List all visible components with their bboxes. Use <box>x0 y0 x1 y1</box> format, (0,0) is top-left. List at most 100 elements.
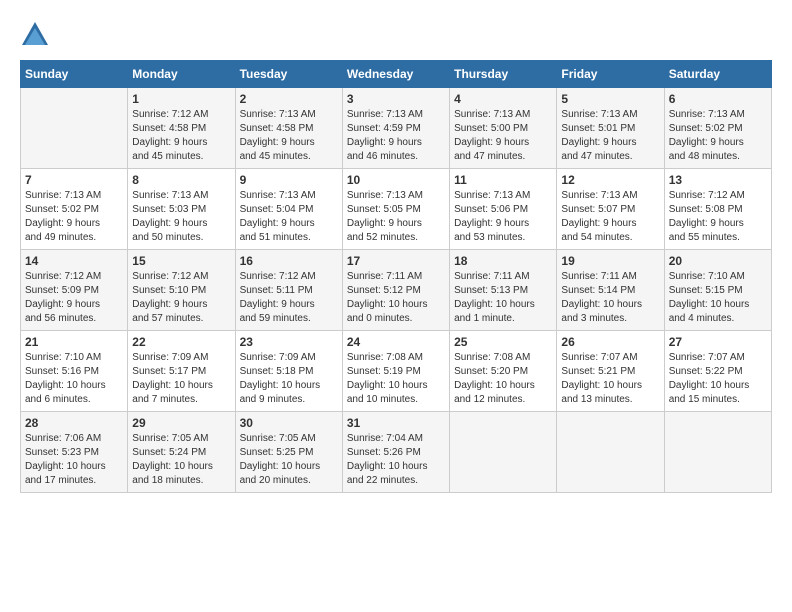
day-info: Sunrise: 7:11 AM Sunset: 5:14 PM Dayligh… <box>561 270 659 326</box>
day-info: Sunrise: 7:13 AM Sunset: 5:00 PM Dayligh… <box>454 108 552 164</box>
day-number: 16 <box>240 254 338 268</box>
day-info: Sunrise: 7:12 AM Sunset: 5:11 PM Dayligh… <box>240 270 338 326</box>
day-number: 30 <box>240 416 338 430</box>
day-number: 21 <box>25 335 123 349</box>
day-info: Sunrise: 7:06 AM Sunset: 5:23 PM Dayligh… <box>25 432 123 488</box>
day-info: Sunrise: 7:09 AM Sunset: 5:18 PM Dayligh… <box>240 351 338 407</box>
day-number: 27 <box>669 335 767 349</box>
calendar-cell: 19 Sunrise: 7:11 AM Sunset: 5:14 PM Dayli… <box>557 250 664 331</box>
calendar-cell: 29 Sunrise: 7:05 AM Sunset: 5:24 PM Dayli… <box>128 412 235 493</box>
day-info: Sunrise: 7:13 AM Sunset: 5:02 PM Dayligh… <box>25 189 123 245</box>
day-info: Sunrise: 7:12 AM Sunset: 5:08 PM Dayligh… <box>669 189 767 245</box>
day-info: Sunrise: 7:13 AM Sunset: 4:58 PM Dayligh… <box>240 108 338 164</box>
day-info: Sunrise: 7:05 AM Sunset: 5:25 PM Dayligh… <box>240 432 338 488</box>
day-info: Sunrise: 7:10 AM Sunset: 5:16 PM Dayligh… <box>25 351 123 407</box>
day-info: Sunrise: 7:09 AM Sunset: 5:17 PM Dayligh… <box>132 351 230 407</box>
day-info: Sunrise: 7:13 AM Sunset: 5:06 PM Dayligh… <box>454 189 552 245</box>
day-header-tuesday: Tuesday <box>235 61 342 88</box>
calendar-cell: 20 Sunrise: 7:10 AM Sunset: 5:15 PM Dayli… <box>664 250 771 331</box>
day-info: Sunrise: 7:13 AM Sunset: 4:59 PM Dayligh… <box>347 108 445 164</box>
calendar-table: SundayMondayTuesdayWednesdayThursdayFrid… <box>20 60 772 493</box>
day-header-saturday: Saturday <box>664 61 771 88</box>
logo <box>20 20 56 50</box>
day-number: 23 <box>240 335 338 349</box>
day-number: 24 <box>347 335 445 349</box>
day-info: Sunrise: 7:13 AM Sunset: 5:04 PM Dayligh… <box>240 189 338 245</box>
day-number: 15 <box>132 254 230 268</box>
day-number: 1 <box>132 92 230 106</box>
calendar-header-row: SundayMondayTuesdayWednesdayThursdayFrid… <box>21 61 772 88</box>
day-info: Sunrise: 7:04 AM Sunset: 5:26 PM Dayligh… <box>347 432 445 488</box>
calendar-cell: 25 Sunrise: 7:08 AM Sunset: 5:20 PM Dayli… <box>450 331 557 412</box>
calendar-week-row: 1 Sunrise: 7:12 AM Sunset: 4:58 PM Daylig… <box>21 88 772 169</box>
day-number: 3 <box>347 92 445 106</box>
calendar-week-row: 7 Sunrise: 7:13 AM Sunset: 5:02 PM Daylig… <box>21 169 772 250</box>
day-number: 7 <box>25 173 123 187</box>
day-number: 14 <box>25 254 123 268</box>
day-info: Sunrise: 7:12 AM Sunset: 5:10 PM Dayligh… <box>132 270 230 326</box>
day-number: 19 <box>561 254 659 268</box>
calendar-cell <box>21 88 128 169</box>
day-info: Sunrise: 7:12 AM Sunset: 4:58 PM Dayligh… <box>132 108 230 164</box>
day-info: Sunrise: 7:13 AM Sunset: 5:03 PM Dayligh… <box>132 189 230 245</box>
calendar-cell: 23 Sunrise: 7:09 AM Sunset: 5:18 PM Dayli… <box>235 331 342 412</box>
day-info: Sunrise: 7:11 AM Sunset: 5:13 PM Dayligh… <box>454 270 552 326</box>
day-info: Sunrise: 7:13 AM Sunset: 5:02 PM Dayligh… <box>669 108 767 164</box>
day-number: 28 <box>25 416 123 430</box>
calendar-cell: 1 Sunrise: 7:12 AM Sunset: 4:58 PM Daylig… <box>128 88 235 169</box>
day-number: 9 <box>240 173 338 187</box>
calendar-cell: 5 Sunrise: 7:13 AM Sunset: 5:01 PM Daylig… <box>557 88 664 169</box>
calendar-cell: 7 Sunrise: 7:13 AM Sunset: 5:02 PM Daylig… <box>21 169 128 250</box>
calendar-cell: 2Sunrise: 7:13 AM Sunset: 4:58 PM Daylig… <box>235 88 342 169</box>
calendar-cell: 13 Sunrise: 7:12 AM Sunset: 5:08 PM Dayli… <box>664 169 771 250</box>
day-number: 29 <box>132 416 230 430</box>
calendar-week-row: 28 Sunrise: 7:06 AM Sunset: 5:23 PM Dayli… <box>21 412 772 493</box>
calendar-cell: 12Sunrise: 7:13 AM Sunset: 5:07 PM Dayli… <box>557 169 664 250</box>
calendar-cell: 18Sunrise: 7:11 AM Sunset: 5:13 PM Dayli… <box>450 250 557 331</box>
day-info: Sunrise: 7:07 AM Sunset: 5:22 PM Dayligh… <box>669 351 767 407</box>
calendar-cell: 24 Sunrise: 7:08 AM Sunset: 5:19 PM Dayli… <box>342 331 449 412</box>
day-header-friday: Friday <box>557 61 664 88</box>
day-info: Sunrise: 7:13 AM Sunset: 5:07 PM Dayligh… <box>561 189 659 245</box>
day-info: Sunrise: 7:10 AM Sunset: 5:15 PM Dayligh… <box>669 270 767 326</box>
calendar-cell: 31 Sunrise: 7:04 AM Sunset: 5:26 PM Dayli… <box>342 412 449 493</box>
day-number: 26 <box>561 335 659 349</box>
calendar-cell: 27 Sunrise: 7:07 AM Sunset: 5:22 PM Dayli… <box>664 331 771 412</box>
day-info: Sunrise: 7:08 AM Sunset: 5:20 PM Dayligh… <box>454 351 552 407</box>
day-number: 25 <box>454 335 552 349</box>
calendar-cell <box>557 412 664 493</box>
day-info: Sunrise: 7:05 AM Sunset: 5:24 PM Dayligh… <box>132 432 230 488</box>
day-number: 8 <box>132 173 230 187</box>
calendar-cell: 14 Sunrise: 7:12 AM Sunset: 5:09 PM Dayli… <box>21 250 128 331</box>
day-number: 6 <box>669 92 767 106</box>
calendar-cell: 11 Sunrise: 7:13 AM Sunset: 5:06 PM Dayli… <box>450 169 557 250</box>
day-number: 11 <box>454 173 552 187</box>
day-info: Sunrise: 7:12 AM Sunset: 5:09 PM Dayligh… <box>25 270 123 326</box>
calendar-cell: 28 Sunrise: 7:06 AM Sunset: 5:23 PM Dayli… <box>21 412 128 493</box>
day-number: 17 <box>347 254 445 268</box>
calendar-cell: 3 Sunrise: 7:13 AM Sunset: 4:59 PM Daylig… <box>342 88 449 169</box>
day-header-thursday: Thursday <box>450 61 557 88</box>
calendar-cell: 30 Sunrise: 7:05 AM Sunset: 5:25 PM Dayli… <box>235 412 342 493</box>
day-number: 22 <box>132 335 230 349</box>
day-number: 4 <box>454 92 552 106</box>
day-info: Sunrise: 7:13 AM Sunset: 5:05 PM Dayligh… <box>347 189 445 245</box>
day-info: Sunrise: 7:08 AM Sunset: 5:19 PM Dayligh… <box>347 351 445 407</box>
calendar-cell: 16 Sunrise: 7:12 AM Sunset: 5:11 PM Dayli… <box>235 250 342 331</box>
day-number: 13 <box>669 173 767 187</box>
day-info: Sunrise: 7:07 AM Sunset: 5:21 PM Dayligh… <box>561 351 659 407</box>
day-info: Sunrise: 7:11 AM Sunset: 5:12 PM Dayligh… <box>347 270 445 326</box>
calendar-cell: 6 Sunrise: 7:13 AM Sunset: 5:02 PM Daylig… <box>664 88 771 169</box>
day-number: 20 <box>669 254 767 268</box>
day-header-sunday: Sunday <box>21 61 128 88</box>
calendar-cell: 4 Sunrise: 7:13 AM Sunset: 5:00 PM Daylig… <box>450 88 557 169</box>
calendar-week-row: 21 Sunrise: 7:10 AM Sunset: 5:16 PM Dayli… <box>21 331 772 412</box>
day-number: 5 <box>561 92 659 106</box>
calendar-cell: 22 Sunrise: 7:09 AM Sunset: 5:17 PM Dayli… <box>128 331 235 412</box>
calendar-cell: 17 Sunrise: 7:11 AM Sunset: 5:12 PM Dayli… <box>342 250 449 331</box>
calendar-cell: 21 Sunrise: 7:10 AM Sunset: 5:16 PM Dayli… <box>21 331 128 412</box>
calendar-cell: 9 Sunrise: 7:13 AM Sunset: 5:04 PM Daylig… <box>235 169 342 250</box>
day-number: 31 <box>347 416 445 430</box>
day-number: 10 <box>347 173 445 187</box>
day-info: Sunrise: 7:13 AM Sunset: 5:01 PM Dayligh… <box>561 108 659 164</box>
